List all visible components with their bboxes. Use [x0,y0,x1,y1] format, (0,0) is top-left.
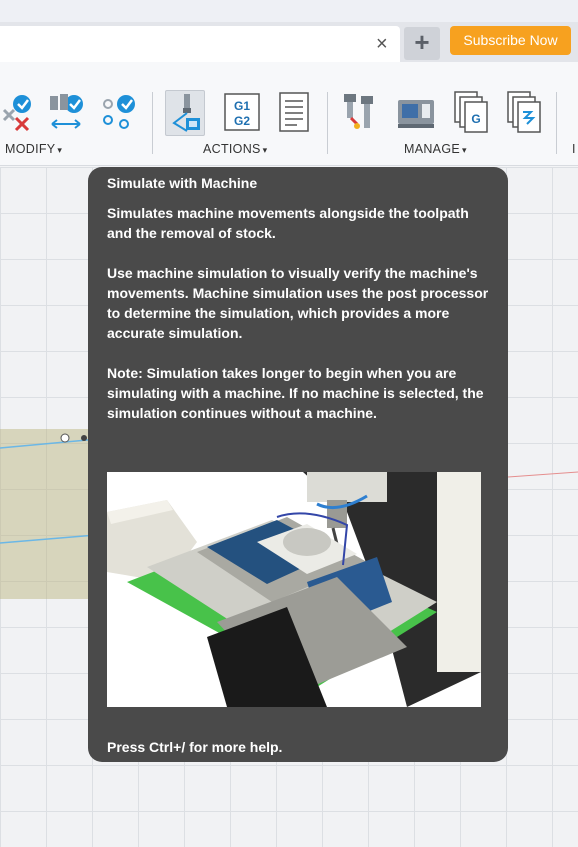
pattern-toolpath-icon[interactable] [100,90,140,136]
window-top-strip [0,0,578,22]
subscribe-now-button[interactable]: Subscribe Now [450,26,571,55]
tab-bar: × + Subscribe Now [0,22,578,62]
machine-library-icon[interactable] [396,90,436,136]
tooltip-usage-text: Use machine simulation to visually verif… [107,265,489,341]
tooltip-note-text: Note: Simulation takes longer to begin w… [107,365,484,421]
machine-simulation-illustration [107,472,481,707]
svg-text:G1: G1 [234,99,250,113]
ribbon-toolbar: MODIFY ▾ G1 G2 ACTIONS ▾ G MANAGE ▾ I [0,62,578,166]
new-tab-button[interactable]: + [404,27,440,60]
modify-group-label[interactable]: MODIFY ▾ [5,142,62,156]
tooltip-help-hint: Press Ctrl+/ for more help. [107,739,283,755]
active-document-tab[interactable] [0,26,400,62]
post-library-icon[interactable]: G [451,90,491,136]
simulate-with-machine-button[interactable] [165,90,205,136]
toolbar-divider [327,92,328,154]
inspect-group-label-partial[interactable]: I [572,142,576,156]
post-process-g1g2-icon[interactable]: G1 G2 [222,90,262,136]
tool-library-icon[interactable] [341,90,381,136]
duplicate-toolpath-icon[interactable] [46,90,86,136]
close-tab-icon[interactable]: × [376,34,388,54]
toolbar-divider [556,92,557,154]
actions-group-label[interactable]: ACTIONS ▾ [203,142,268,156]
toolbar-divider [152,92,153,154]
manage-group-label[interactable]: MANAGE ▾ [404,142,467,156]
tooltip-title: Simulate with Machine [107,175,258,191]
setup-sheet-icon[interactable] [274,90,314,136]
tooltip-description: Simulates machine movements alongside th… [107,205,469,241]
svg-text:G: G [471,112,480,126]
simulate-with-machine-tooltip: Simulate with Machine Simulates machine … [88,167,508,762]
delete-toolpath-icon[interactable] [0,90,40,136]
svg-text:G2: G2 [234,114,250,128]
template-library-icon[interactable] [504,90,544,136]
